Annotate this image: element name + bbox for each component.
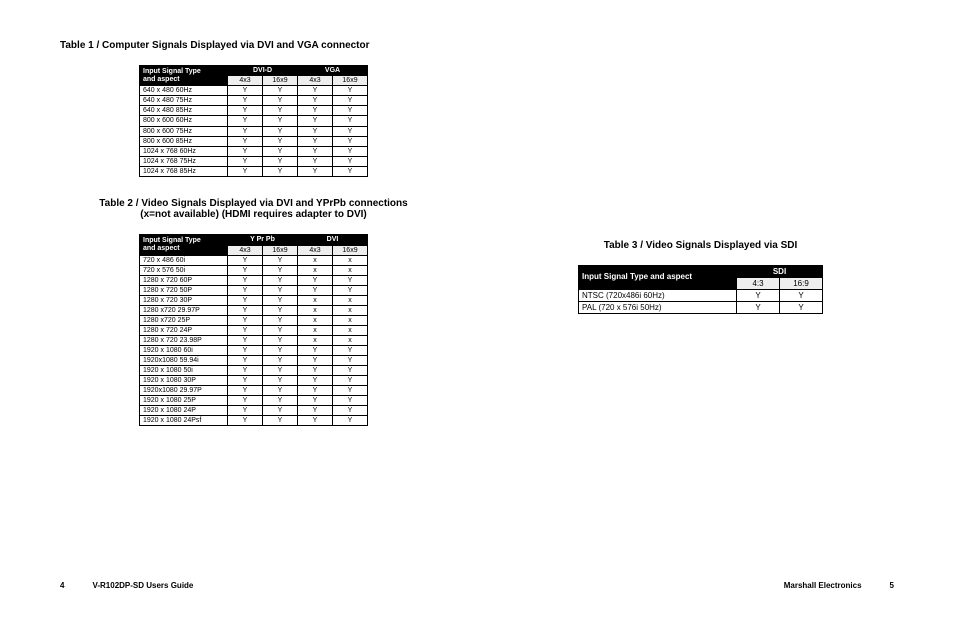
page-number-left: 4 (60, 581, 64, 590)
table-row: 720 x 486 60iYYxx (140, 255, 368, 265)
guide-title: V-R102DP-SD Users Guide (92, 581, 193, 590)
brand-name: Marshall Electronics (784, 581, 862, 590)
table-row: 1280 x720 29.97PYYxx (140, 305, 368, 315)
table-row: 1280 x 720 30PYYxx (140, 295, 368, 305)
table-row: 1280 x 720 50PYYYY (140, 285, 368, 295)
table2: Input Signal Typeand aspect Y Pr Pb DVI … (139, 234, 368, 426)
table3: Input Signal Type and aspect SDI 4:3 16:… (578, 265, 823, 314)
t2-group-yprpb: Y Pr Pb (228, 235, 298, 245)
t1-group-vga: VGA (298, 66, 368, 76)
table-row: 1024 x 768 60HzYYYY (140, 146, 368, 156)
table-row: 640 x 480 85HzYYYY (140, 106, 368, 116)
table-row: 1920 x 1080 50iYYYY (140, 365, 368, 375)
table-row: 1280 x 720 24PYYxx (140, 325, 368, 335)
t2-group-dvi: DVI (298, 235, 368, 245)
table3-title: Table 3 / Video Signals Displayed via SD… (507, 240, 894, 251)
t3-group-sdi: SDI (737, 266, 823, 278)
table-row: 800 x 600 60HzYYYY (140, 116, 368, 126)
table1-title: Table 1 / Computer Signals Displayed via… (60, 40, 447, 51)
table-row: 1920 x 1080 30PYYYY (140, 375, 368, 385)
table-row: 1024 x 768 75HzYYYY (140, 156, 368, 166)
table-row: PAL (720 x 576i 50Hz)YY (579, 302, 823, 314)
page-number-right: 5 (890, 581, 894, 590)
table2-title: Table 2 / Video Signals Displayed via DV… (60, 198, 447, 220)
table-row: 1920 x 1080 25PYYYY (140, 395, 368, 405)
table-row: 1280 x720 25PYYxx (140, 315, 368, 325)
table-row: 800 x 600 85HzYYYY (140, 136, 368, 146)
t3-body: NTSC (720x486i 60Hz)YYPAL (720 x 576i 50… (579, 290, 823, 314)
t1-sig-header: Input Signal Typeand aspect (140, 66, 228, 86)
table-row: 1024 x 768 85HzYYYY (140, 166, 368, 176)
t3-sig-header: Input Signal Type and aspect (579, 266, 737, 290)
t1-body: 640 x 480 60HzYYYY640 x 480 75HzYYYY640 … (140, 86, 368, 176)
table-row: 720 x 576 50iYYxx (140, 265, 368, 275)
t1-group-dvid: DVI-D (228, 66, 298, 76)
table-row: 800 x 600 75HzYYYY (140, 126, 368, 136)
table-row: 1920 x 1080 60iYYYY (140, 345, 368, 355)
t2-sig-header: Input Signal Typeand aspect (140, 235, 228, 255)
t2-body: 720 x 486 60iYYxx720 x 576 50iYYxx1280 x… (140, 255, 368, 425)
table-row: 1920 x 1080 24PYYYY (140, 405, 368, 415)
table-row: 1920x1080 29.97PYYYY (140, 385, 368, 395)
table-row: NTSC (720x486i 60Hz)YY (579, 290, 823, 302)
table-row: 640 x 480 75HzYYYY (140, 96, 368, 106)
table1: Input Signal Typeand aspect DVI-D VGA 4x… (139, 65, 368, 177)
table-row: 1920x1080 59.94iYYYY (140, 355, 368, 365)
table-row: 640 x 480 60HzYYYY (140, 86, 368, 96)
table-row: 1280 x 720 60PYYYY (140, 275, 368, 285)
table-row: 1920 x 1080 24PsfYYYY (140, 416, 368, 426)
page-footer: 4 V-R102DP-SD Users Guide Marshall Elect… (0, 581, 954, 590)
table-row: 1280 x 720 23.98PYYxx (140, 335, 368, 345)
